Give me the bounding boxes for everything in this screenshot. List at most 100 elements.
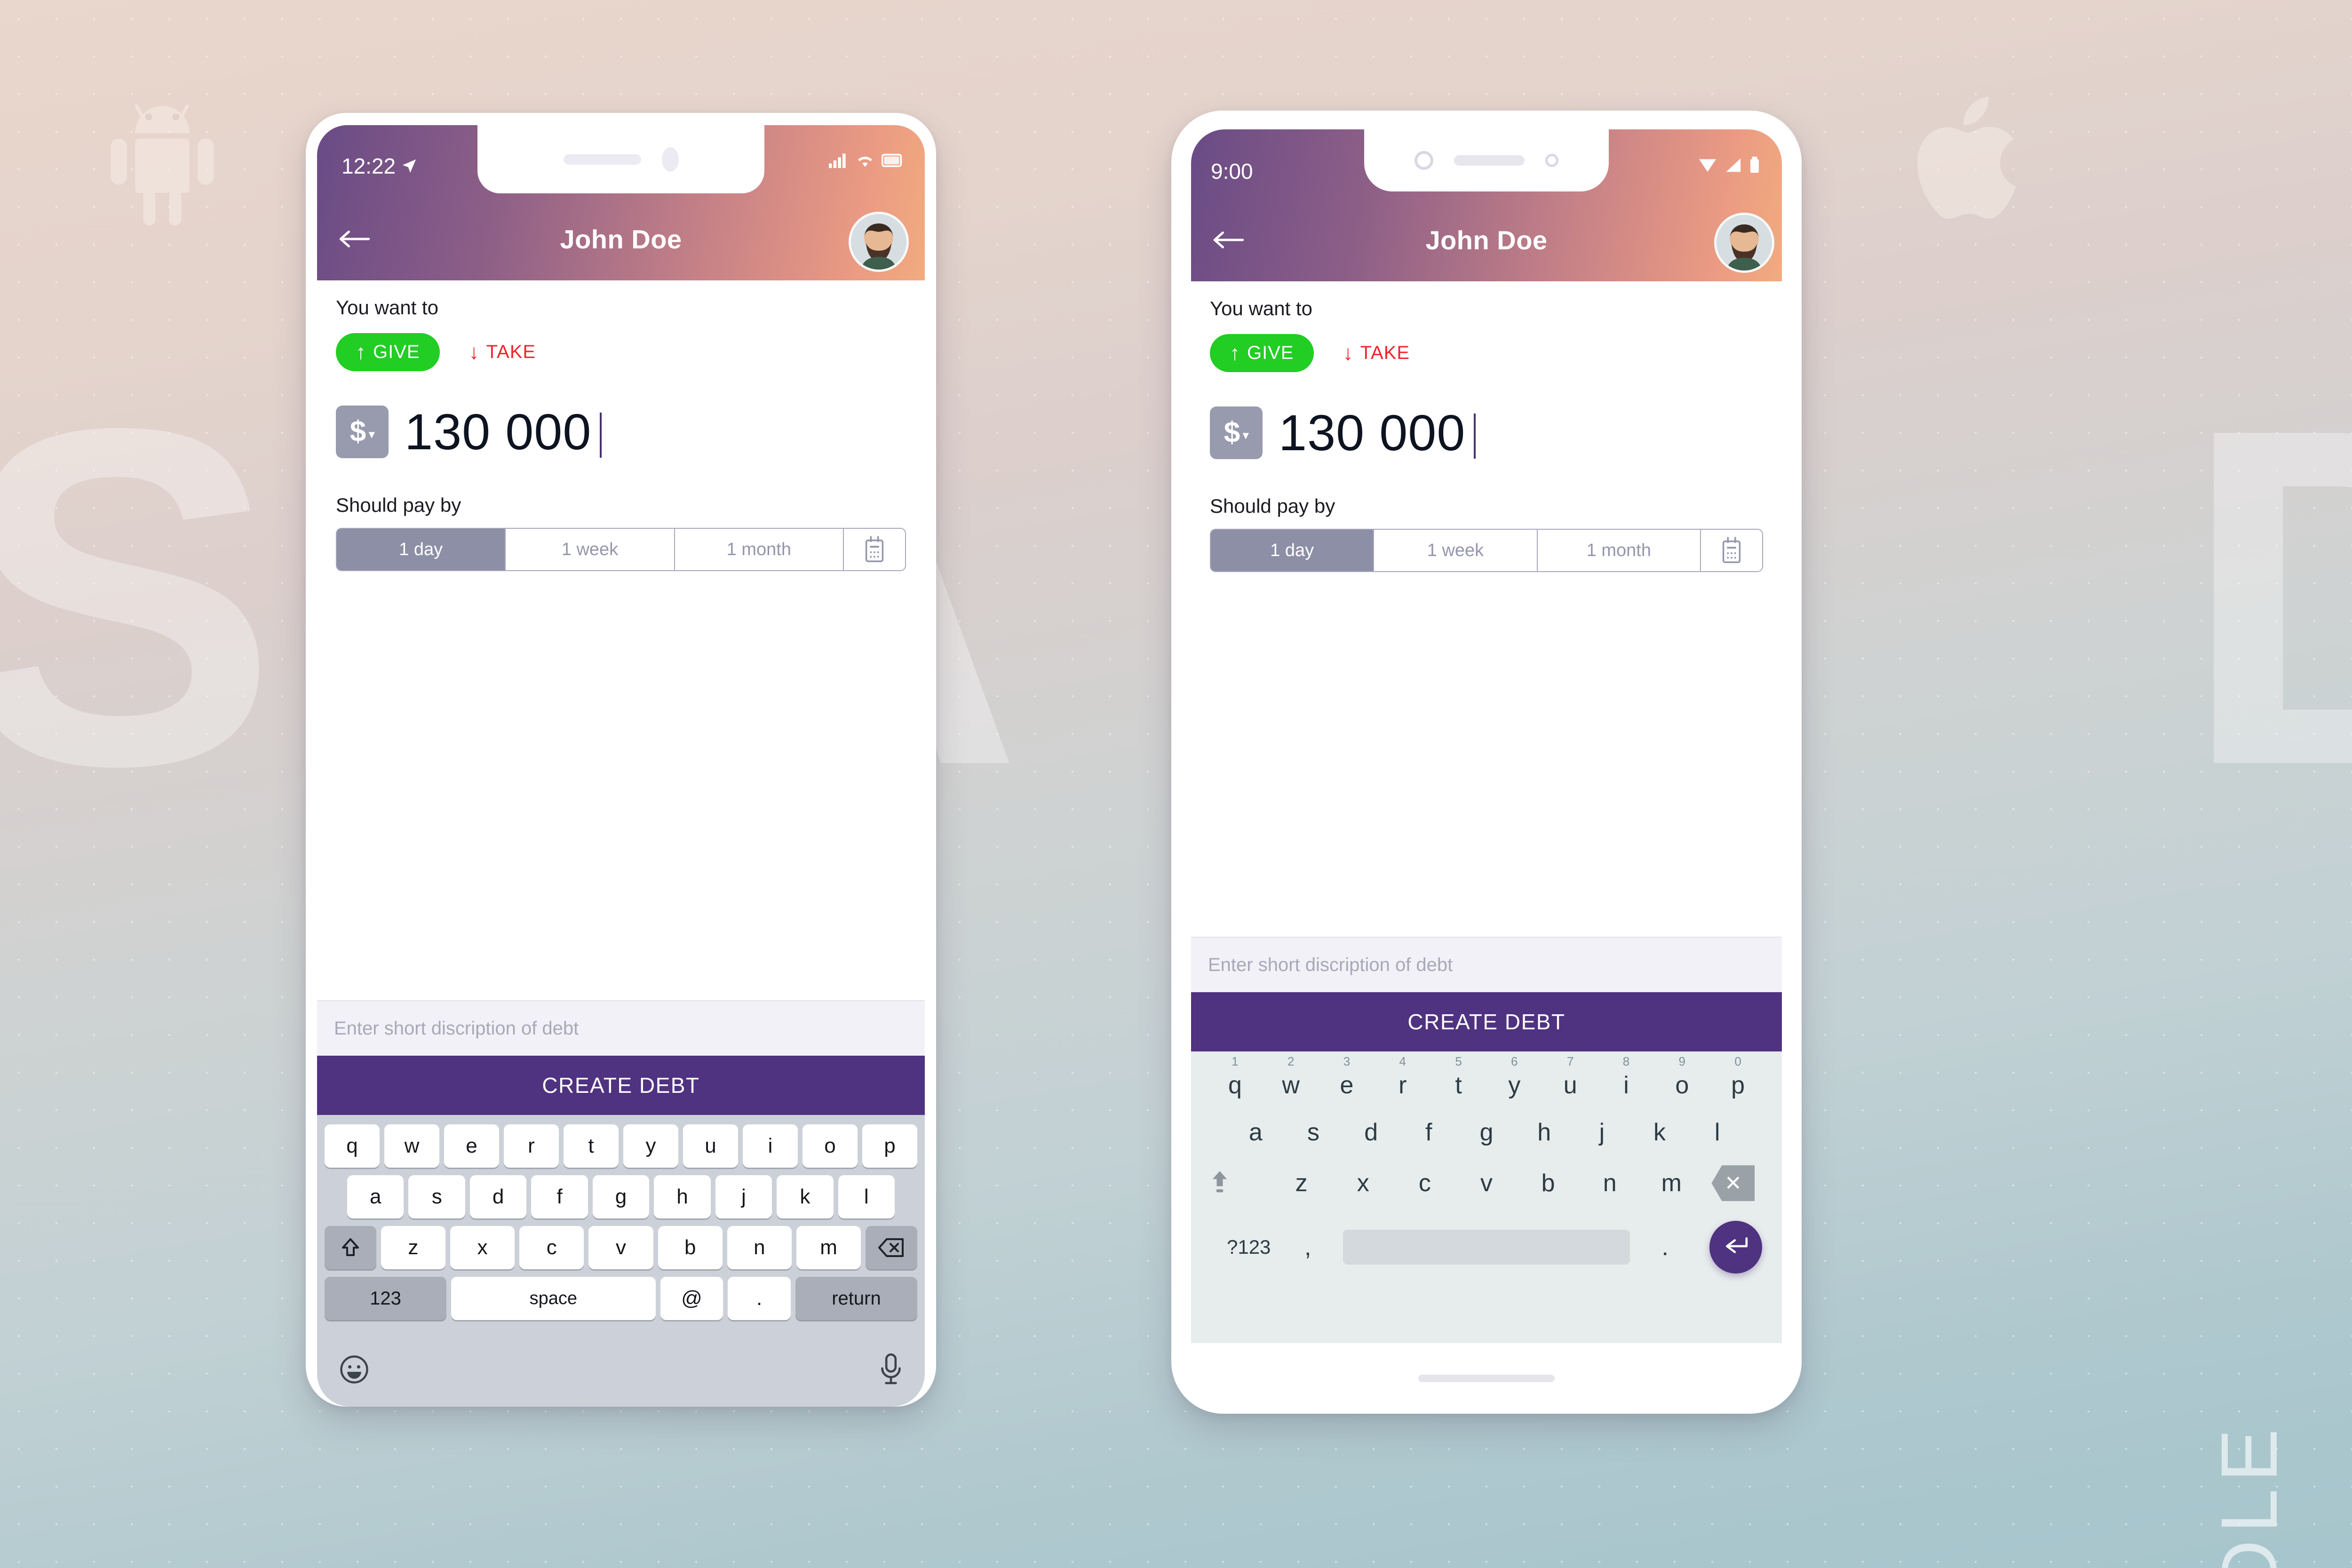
key-f[interactable]: f	[531, 1175, 588, 1218]
key-f[interactable]: f	[1400, 1118, 1458, 1146]
microphone-icon[interactable]	[879, 1353, 903, 1386]
ios-form: You want to ↑ GIVE ↓ TAKE $ ▾ 130 000 Sh…	[1191, 281, 1782, 572]
key-b[interactable]: b	[658, 1226, 723, 1269]
amount-input[interactable]: 130 000	[405, 402, 602, 461]
key-z[interactable]: z	[381, 1226, 445, 1269]
key-e[interactable]: e	[444, 1124, 499, 1168]
segment-calendar[interactable]	[843, 529, 905, 570]
key-x[interactable]: x	[1332, 1169, 1394, 1197]
key-t[interactable]: t	[564, 1124, 619, 1168]
segment-1-day[interactable]: 1 day	[1211, 530, 1375, 571]
take-button[interactable]: ↓ TAKE	[469, 342, 536, 363]
segment-1-day[interactable]: 1 day	[337, 529, 506, 570]
key-i[interactable]: i	[743, 1124, 798, 1168]
key-s[interactable]: s	[1285, 1118, 1343, 1146]
give-button[interactable]: ↑ GIVE	[1210, 334, 1314, 372]
key-j[interactable]: j	[1573, 1118, 1631, 1146]
amount-input[interactable]: 130 000	[1279, 403, 1476, 462]
key-o[interactable]: 9o	[1654, 1054, 1710, 1099]
key-y[interactable]: y	[623, 1124, 678, 1168]
key-l[interactable]: l	[838, 1175, 895, 1218]
key-g[interactable]: g	[592, 1175, 650, 1218]
backspace-icon	[878, 1238, 904, 1257]
key-w[interactable]: 2w	[1263, 1054, 1319, 1099]
key-h[interactable]: h	[654, 1175, 711, 1218]
key-h[interactable]: h	[1515, 1118, 1573, 1146]
key-n[interactable]: n	[727, 1226, 792, 1269]
enter-return-icon	[1709, 1221, 1762, 1274]
description-input[interactable]: Enter short discription of debt	[1191, 937, 1782, 992]
key-d[interactable]: d	[1342, 1118, 1400, 1146]
enter-key[interactable]	[1686, 1221, 1762, 1274]
shift-key[interactable]	[325, 1226, 376, 1269]
key-p[interactable]: p	[862, 1124, 917, 1168]
location-arrow-icon	[402, 159, 416, 173]
key-o[interactable]: o	[803, 1124, 858, 1168]
battery-icon	[1750, 157, 1759, 173]
home-indicator-bar[interactable]	[1418, 1375, 1555, 1382]
key-o-label: o	[1675, 1072, 1689, 1099]
key-z[interactable]: z	[1271, 1169, 1332, 1197]
key-i[interactable]: 8i	[1598, 1054, 1654, 1099]
amount-row: $ ▾ 130 000	[336, 402, 906, 461]
key-m[interactable]: m	[796, 1226, 861, 1269]
key-v[interactable]: v	[588, 1226, 653, 1269]
key-r[interactable]: 4r	[1375, 1054, 1430, 1099]
key-u[interactable]: u	[683, 1124, 738, 1168]
key-v[interactable]: v	[1455, 1169, 1517, 1197]
period-key[interactable]: .	[728, 1277, 791, 1320]
numeric-key[interactable]: 123	[325, 1277, 447, 1320]
key-k[interactable]: k	[777, 1175, 834, 1218]
key-j[interactable]: j	[715, 1175, 772, 1218]
key-u[interactable]: 7u	[1542, 1054, 1598, 1099]
key-c[interactable]: c	[1394, 1169, 1455, 1197]
key-x[interactable]: x	[450, 1226, 515, 1269]
give-button[interactable]: ↑ GIVE	[336, 333, 440, 371]
key-e[interactable]: 3e	[1319, 1054, 1375, 1099]
at-key[interactable]: @	[660, 1277, 723, 1320]
key-a[interactable]: a	[1227, 1118, 1285, 1146]
key-q[interactable]: 1q	[1207, 1054, 1263, 1099]
key-r[interactable]: r	[504, 1124, 559, 1168]
comma-key[interactable]: ,	[1287, 1233, 1329, 1261]
key-b[interactable]: b	[1518, 1169, 1579, 1197]
emoji-smiley-icon[interactable]	[339, 1354, 370, 1385]
create-debt-button[interactable]: CREATE DEBT	[317, 1056, 925, 1115]
segment-calendar[interactable]	[1700, 530, 1762, 571]
key-k[interactable]: k	[1631, 1118, 1689, 1146]
key-c[interactable]: c	[519, 1226, 584, 1269]
key-y[interactable]: 6y	[1486, 1054, 1542, 1099]
numeric-key[interactable]: ?123	[1211, 1236, 1287, 1258]
key-n[interactable]: n	[1579, 1169, 1641, 1197]
description-placeholder: Enter short discription of debt	[334, 1018, 579, 1039]
key-m[interactable]: m	[1641, 1169, 1702, 1197]
segment-1-month[interactable]: 1 month	[1537, 530, 1701, 571]
backspace-key[interactable]: ✕	[1702, 1165, 1764, 1201]
period-key[interactable]: .	[1644, 1233, 1686, 1261]
segment-1-month[interactable]: 1 month	[675, 529, 844, 570]
avatar[interactable]	[1714, 213, 1774, 273]
take-button[interactable]: ↓ TAKE	[1343, 342, 1410, 364]
key-s[interactable]: s	[408, 1175, 465, 1218]
return-key[interactable]: return	[795, 1277, 918, 1320]
key-l[interactable]: l	[1688, 1118, 1746, 1146]
segment-1-week[interactable]: 1 week	[1374, 530, 1538, 571]
key-p[interactable]: 0p	[1710, 1054, 1766, 1099]
currency-selector[interactable]: $ ▾	[336, 405, 389, 458]
shift-key[interactable]	[1209, 1170, 1271, 1196]
create-debt-button[interactable]: CREATE DEBT	[1191, 992, 1782, 1051]
key-a[interactable]: a	[347, 1175, 404, 1218]
key-w[interactable]: w	[384, 1124, 439, 1168]
description-input[interactable]: Enter short discription of debt	[317, 1000, 925, 1056]
avatar[interactable]	[849, 212, 909, 272]
currency-selector[interactable]: $ ▾	[1210, 406, 1263, 459]
backspace-key[interactable]	[866, 1226, 917, 1269]
key-d[interactable]: d	[469, 1175, 527, 1218]
segment-1-week[interactable]: 1 week	[506, 529, 675, 570]
key-t[interactable]: 5t	[1430, 1054, 1486, 1099]
key-q-label: q	[1228, 1072, 1242, 1099]
key-q[interactable]: q	[325, 1124, 380, 1168]
space-key[interactable]: space	[451, 1277, 656, 1320]
key-g[interactable]: g	[1458, 1118, 1516, 1146]
space-key[interactable]	[1343, 1230, 1630, 1265]
